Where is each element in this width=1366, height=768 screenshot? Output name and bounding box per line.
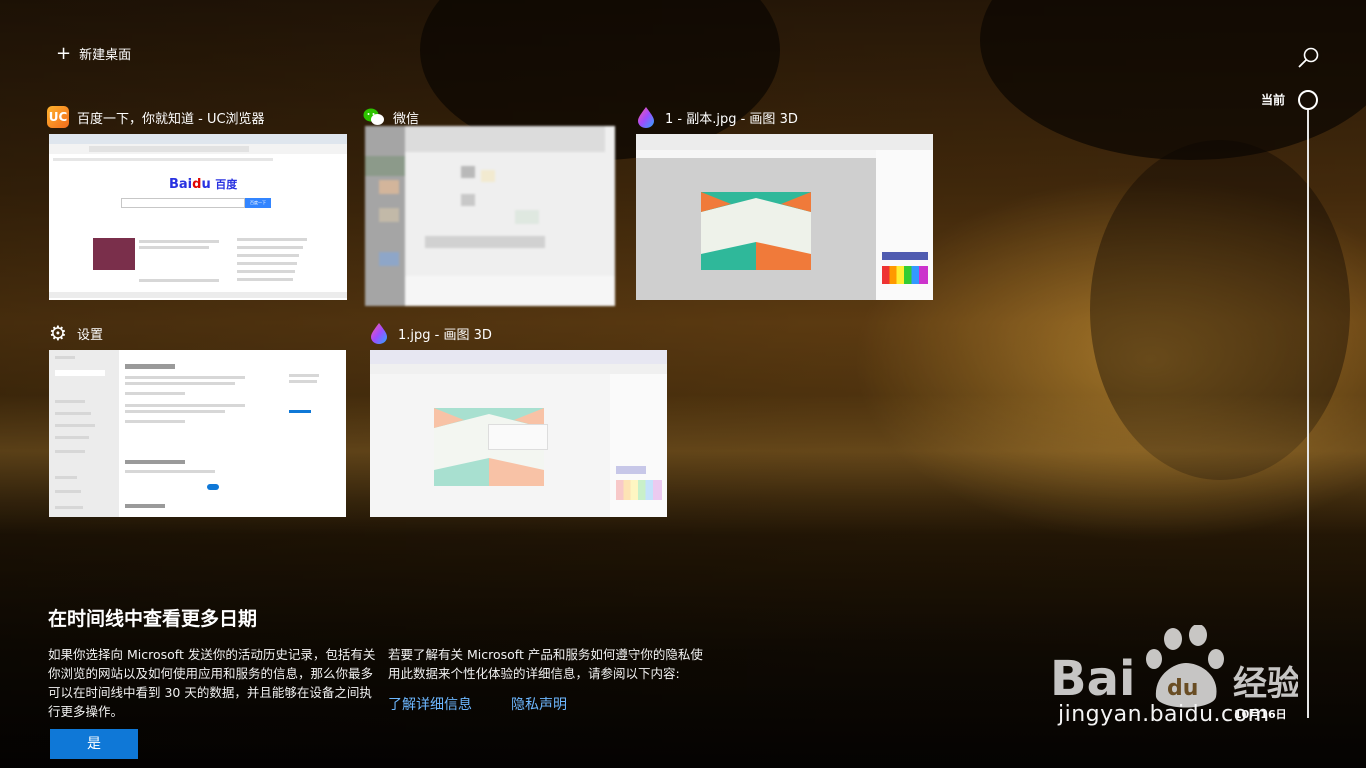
watermark-url: jingyan.baidu.com	[1058, 702, 1270, 727]
timeline-card-settings[interactable]: ⚙ 设置	[47, 320, 346, 517]
card-title: 设置	[77, 327, 104, 343]
baidu-logo: Baidu 百度	[169, 177, 238, 192]
privacy-statement-link[interactable]: 隐私声明	[511, 694, 567, 714]
timeline-current-label: 当前	[1261, 93, 1286, 107]
new-desktop-label: 新建桌面	[79, 48, 132, 63]
card-title: 1.jpg - 画图 3D	[398, 327, 492, 343]
more-dates-description: 如果你选择向 Microsoft 发送你的活动历史记录，包括有关你浏览的网站以及…	[48, 647, 376, 719]
card-title: 1 - 副本.jpg - 画图 3D	[665, 111, 798, 127]
paint3d-icon	[635, 106, 657, 128]
timeline-scrubber-handle[interactable]	[1298, 90, 1318, 110]
new-desktop-button[interactable]: + 新建桌面	[56, 44, 131, 63]
paint3d-icon	[368, 322, 390, 344]
svg-text:Bai: Bai	[1050, 651, 1135, 707]
timeline-card-paint3d[interactable]: 1.jpg - 画图 3D	[368, 320, 667, 517]
baidu-search-button[interactable]: 百度一下	[245, 198, 271, 208]
timeline-card-uc-browser[interactable]: UC 百度一下，你就知道 - UC浏览器 Baidu 百度 百度一下	[47, 104, 347, 300]
window-thumbnail[interactable]	[365, 126, 615, 306]
window-thumbnail[interactable]: Baidu 百度 百度一下	[49, 134, 347, 300]
news-image	[93, 238, 135, 270]
learn-more-link[interactable]: 了解详细信息	[388, 694, 472, 714]
yes-button[interactable]: 是	[50, 729, 138, 759]
timeline-scrollbar[interactable]	[1307, 110, 1309, 718]
search-icon[interactable]	[1296, 46, 1320, 70]
card-title: 百度一下，你就知道 - UC浏览器	[77, 111, 265, 127]
canvas-image	[701, 192, 811, 270]
settings-gear-icon: ⚙	[49, 321, 67, 345]
svg-text:du: du	[1167, 676, 1198, 701]
window-thumbnail[interactable]	[49, 350, 346, 517]
dialog-popup	[488, 424, 548, 450]
wechat-icon	[363, 106, 385, 128]
baidu-search-box[interactable]	[121, 198, 245, 208]
svg-text:经验: 经验	[1233, 664, 1298, 704]
uc-browser-icon: UC	[47, 106, 69, 128]
timeline-card-wechat[interactable]: 微信	[363, 104, 615, 306]
window-thumbnail[interactable]	[636, 134, 933, 300]
privacy-description: 若要了解有关 Microsoft 产品和服务如何遵守你的隐私使用此数据来个性化体…	[388, 647, 703, 681]
plus-icon: +	[56, 42, 72, 64]
timeline-card-paint3d-copy[interactable]: 1 - 副本.jpg - 画图 3D	[635, 104, 933, 300]
more-dates-title: 在时间线中查看更多日期	[48, 608, 258, 630]
window-thumbnail[interactable]	[370, 350, 667, 517]
card-title: 微信	[393, 111, 420, 127]
